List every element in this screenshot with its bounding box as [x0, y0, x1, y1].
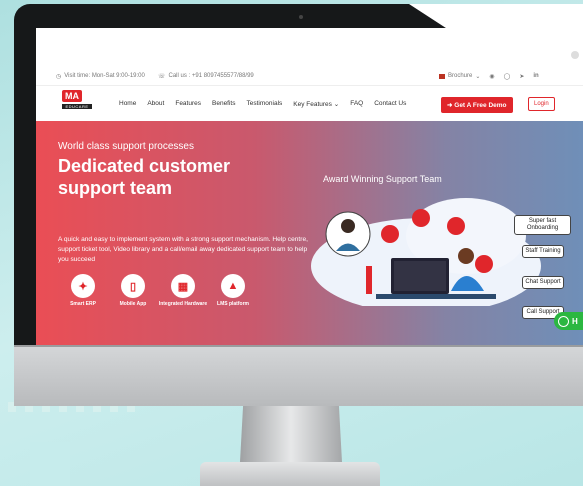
hero-banner: World class support processes Dedicated … [36, 121, 583, 348]
headset-icon: ☏ [158, 73, 166, 80]
nav-links: Home About Features Benefits Testimonial… [119, 100, 406, 108]
nav-faq[interactable]: FAQ [350, 100, 363, 108]
nav-benefits[interactable]: Benefits [212, 100, 236, 108]
main-navbar: MA EDUCARE Home About Features Benefits … [36, 87, 583, 120]
chevron-down-icon: ⌄ [333, 100, 340, 108]
feature-icons: ✦ Smart ERP ▯ Mobile App ▦ Integrated Ha… [58, 274, 258, 307]
brochure-label: Brochure [448, 73, 473, 79]
magic-wand-icon: ✦ [71, 274, 95, 298]
feature-label: Smart ERP [70, 301, 96, 307]
chip-icon: ▦ [171, 274, 195, 298]
hero-title: Dedicated customer support team [58, 156, 231, 198]
whatsapp-icon [558, 315, 569, 327]
clock-icon: ◷ [56, 73, 62, 80]
brochure-dropdown[interactable]: Brochure ⌄ [439, 73, 480, 80]
website-screen: ◷ Visit time: Mon-Sat 9:00-19:00 ☏ Call … [36, 28, 583, 348]
feature-integrated-hardware[interactable]: ▦ Integrated Hardware [158, 274, 208, 307]
monitor-stand-base [200, 462, 380, 486]
call-us-text[interactable]: Call us : +91 8097455577/88/99 [169, 73, 254, 79]
feature-label: LMS platform [217, 301, 249, 307]
login-arrow-icon: ➜ [447, 102, 453, 109]
bezel-corner-shape [409, 4, 583, 30]
logo-subtitle: EDUCARE [62, 104, 92, 109]
feature-mobile-app[interactable]: ▯ Mobile App [108, 274, 158, 307]
visit-time-text: Visit time: Mon-Sat 9:00-19:00 [64, 73, 145, 79]
monitor-stand [240, 406, 342, 462]
scroll-indicator[interactable] [571, 51, 579, 59]
hero-description: A quick and easy to implement system wit… [58, 236, 308, 263]
instagram-icon[interactable]: ◯ [504, 73, 511, 80]
feature-label: Mobile App [119, 301, 147, 307]
nav-testimonials[interactable]: Testimonials [247, 100, 283, 108]
feature-lms-platform[interactable]: ▲ LMS platform [208, 274, 258, 307]
facebook-icon[interactable]: ◉ [489, 73, 494, 80]
monitor-bezel: ◷ Visit time: Mon-Sat 9:00-19:00 ☏ Call … [14, 4, 583, 366]
nav-key-features-label: Key Features [293, 100, 332, 108]
feature-smart-erp[interactable]: ✦ Smart ERP [58, 274, 108, 307]
nav-home[interactable]: Home [119, 100, 136, 108]
nav-features[interactable]: Features [175, 100, 201, 108]
monitor-chin [14, 347, 583, 406]
top-info-bar: ◷ Visit time: Mon-Sat 9:00-19:00 ☏ Call … [36, 67, 583, 86]
nav-contact[interactable]: Contact Us [374, 100, 406, 108]
pill-onboarding: Super fast Onboarding [514, 215, 571, 235]
linkedin-icon[interactable]: in [533, 73, 538, 79]
free-demo-label: Get A Free Demo [454, 102, 507, 109]
illustration-heading: Award Winning Support Team [323, 174, 442, 184]
camera-dot [299, 15, 303, 19]
login-button[interactable]: Login [528, 97, 555, 111]
pill-chat-support: Chat Support [522, 276, 564, 289]
twitter-icon[interactable]: ➤ [519, 73, 524, 80]
nav-key-features[interactable]: Key Features ⌄ [293, 100, 339, 108]
chevron-down-icon: ⌄ [475, 73, 481, 80]
whatsapp-button[interactable]: H [554, 312, 583, 330]
nav-about[interactable]: About [147, 100, 164, 108]
feature-label: Integrated Hardware [158, 301, 208, 307]
mobile-icon: ▯ [121, 274, 145, 298]
brand-logo[interactable]: MA EDUCARE [62, 90, 100, 116]
support-illustration [311, 198, 541, 306]
pill-staff-training: Staff Training [522, 245, 564, 258]
brochure-icon [439, 73, 445, 79]
graduation-cap-icon: ▲ [221, 274, 245, 298]
hero-kicker: World class support processes [58, 141, 194, 152]
logo-mark: MA [62, 90, 82, 102]
free-demo-button[interactable]: ➜ Get A Free Demo [441, 97, 513, 113]
